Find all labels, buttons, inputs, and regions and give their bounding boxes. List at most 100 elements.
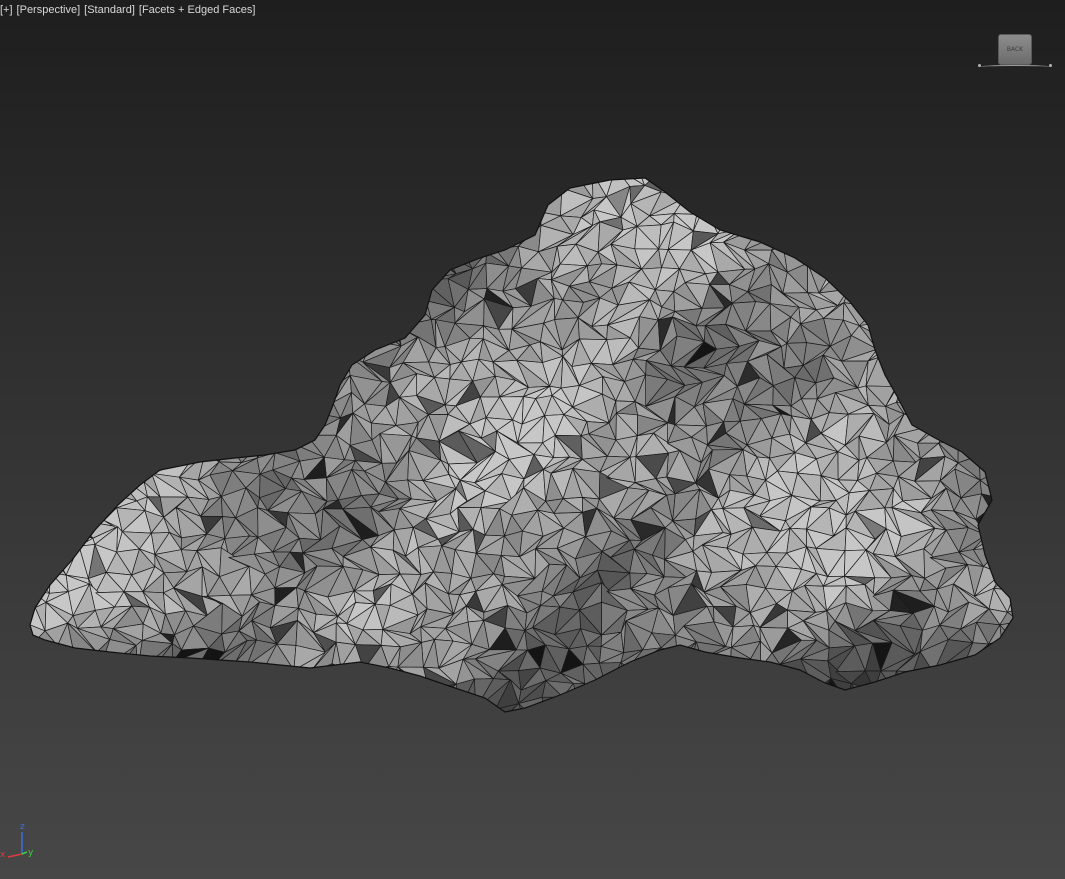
mesh-face	[390, 227, 420, 254]
mesh-face	[942, 203, 954, 227]
mesh-face	[850, 683, 875, 705]
mesh-face	[55, 530, 80, 557]
mesh-face	[48, 308, 67, 330]
mesh-face	[913, 316, 945, 349]
mesh-face	[663, 680, 679, 707]
mesh-face	[284, 307, 310, 325]
mesh-face	[112, 356, 141, 381]
mesh-face	[295, 283, 316, 313]
mesh-face	[332, 678, 356, 698]
mesh-face	[652, 660, 679, 682]
mesh-face	[1011, 357, 1013, 381]
mesh-face	[729, 668, 757, 689]
mesh-face	[77, 342, 86, 356]
mesh-face	[112, 458, 155, 471]
mesh-face	[217, 306, 245, 332]
mesh-face	[999, 267, 1013, 279]
mesh-face	[259, 412, 276, 446]
viewport-plus-menu[interactable]: [+]	[0, 4, 13, 16]
mesh-face	[265, 342, 284, 363]
mesh-face	[986, 278, 1013, 306]
mesh-face	[190, 216, 218, 232]
viewcube-back-face[interactable]: BACK	[998, 34, 1032, 65]
mesh-face	[1016, 584, 1031, 609]
mesh-face	[416, 178, 459, 195]
mesh-face	[828, 206, 846, 233]
mesh-face	[59, 691, 92, 711]
mesh-face	[233, 252, 259, 261]
mesh-face	[232, 259, 256, 288]
mesh-face	[715, 178, 741, 192]
mesh-face	[105, 440, 130, 460]
mesh-face	[282, 209, 306, 232]
mesh-face	[984, 373, 1002, 400]
mesh-face	[307, 178, 334, 198]
mesh-face	[217, 211, 240, 232]
mesh-face	[351, 321, 373, 349]
mesh-face	[59, 243, 80, 269]
mesh-face	[214, 186, 240, 205]
mesh-face	[960, 221, 980, 250]
3d-viewport[interactable]: [+] [Perspective] [Standard] [Facets + E…	[0, 0, 1065, 879]
viewport-display-menu[interactable]: [Facets + Edged Faces]	[139, 4, 255, 16]
mesh-face	[344, 303, 353, 325]
mesh-face	[171, 661, 181, 688]
mesh-face	[293, 419, 308, 445]
mesh-face	[816, 206, 838, 231]
viewport-pov-menu[interactable]: [Perspective]	[17, 4, 81, 16]
mesh-face	[333, 178, 364, 185]
mesh-face	[363, 666, 390, 684]
mesh-face	[892, 342, 911, 362]
mesh-face	[259, 325, 274, 344]
mesh-face	[275, 337, 303, 363]
mesh-face	[150, 178, 161, 198]
mesh-face	[116, 706, 144, 712]
mesh-face	[978, 394, 1007, 420]
mesh-face	[48, 240, 71, 269]
mesh-face	[77, 190, 106, 210]
mesh-face	[291, 197, 318, 211]
mesh-face	[258, 224, 284, 256]
mesh-face	[848, 263, 875, 290]
mesh-face	[989, 499, 1013, 511]
mesh-face	[150, 196, 161, 207]
mesh-face	[227, 178, 260, 193]
mesh-face	[460, 706, 487, 712]
viewcube-compass-ring[interactable]	[978, 64, 1052, 69]
mesh-face	[952, 204, 980, 223]
mesh-face	[30, 365, 53, 386]
mesh-face	[34, 279, 61, 312]
mesh-face	[247, 194, 269, 213]
mesh-face	[75, 402, 95, 423]
mesh-face	[349, 303, 371, 325]
mesh-face	[958, 325, 973, 347]
viewport-label-menu[interactable]: [+] [Perspective] [Standard] [Facets + E…	[0, 2, 255, 18]
mesh-face	[689, 178, 719, 187]
mesh-face	[486, 235, 505, 254]
mesh-face	[921, 345, 945, 360]
mesh-face	[739, 178, 758, 192]
mesh-face	[255, 279, 281, 300]
mesh-face	[56, 439, 87, 463]
mesh-face	[1000, 398, 1013, 416]
viewcube[interactable]: BACK	[976, 32, 1054, 72]
mesh-face	[132, 317, 167, 350]
mesh-face	[30, 489, 50, 513]
mesh-face	[180, 689, 199, 702]
mesh-face	[121, 196, 151, 210]
rock-mesh[interactable]	[0, 0, 1065, 879]
mesh-face	[40, 354, 74, 389]
mesh-face	[85, 462, 115, 482]
mesh-face	[919, 378, 950, 406]
mesh-face	[132, 297, 167, 319]
mesh-face	[976, 414, 1007, 437]
viewport-shading-menu[interactable]: [Standard]	[84, 4, 135, 16]
mesh-face	[245, 395, 276, 414]
mesh-face	[865, 689, 887, 705]
mesh-face	[943, 345, 953, 369]
mesh-face	[723, 683, 735, 712]
mesh-face	[938, 697, 961, 712]
mesh-face	[885, 271, 902, 286]
mesh-face	[389, 680, 417, 698]
mesh-face	[967, 185, 997, 205]
